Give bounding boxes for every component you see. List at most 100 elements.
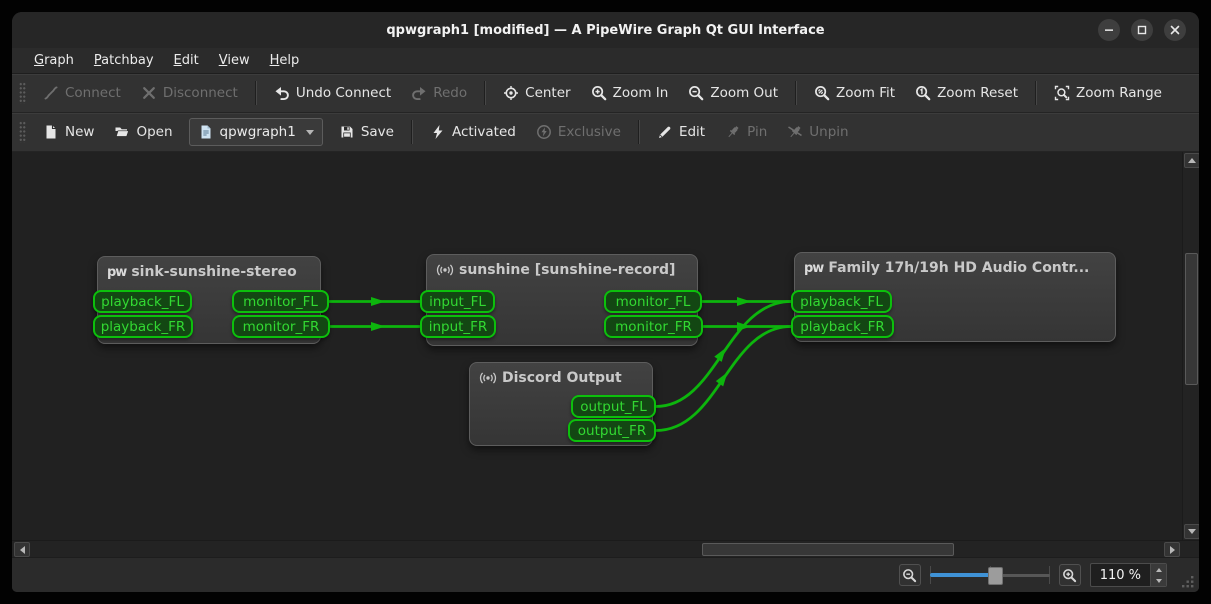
menu-edit[interactable]: Edit [164, 50, 209, 71]
menubar: Graph Patchbay Edit View Help [12, 48, 1199, 74]
vertical-scroll-thumb[interactable] [1185, 253, 1198, 385]
toolbar-separator [255, 81, 257, 105]
port-input-fr[interactable]: input_FR [420, 315, 496, 338]
redo-icon [411, 85, 427, 101]
zoom-in-button[interactable]: Zoom In [581, 80, 679, 106]
undo-icon [274, 85, 290, 101]
minimize-button[interactable] [1098, 19, 1120, 41]
zoom-reset-icon [915, 85, 931, 101]
scroll-down-button[interactable] [1184, 524, 1199, 539]
menu-view[interactable]: View [209, 50, 260, 71]
toolbar-separator [411, 120, 413, 144]
statusbar: 110 % [12, 557, 1199, 592]
slider-fill [930, 573, 990, 577]
port-output-fr[interactable]: output_FR [568, 419, 656, 442]
disconnect-icon [141, 85, 157, 101]
disconnect-button[interactable]: Disconnect [131, 80, 248, 106]
port-playback-fl[interactable]: playback_FL [791, 290, 892, 313]
arrow-left-icon [20, 546, 25, 554]
port-monitor-fr[interactable]: monitor_FR [604, 315, 703, 338]
new-patchbay-button[interactable]: New [33, 119, 104, 145]
patchbay-selector-value: qpwgraph1 [220, 124, 296, 140]
port-output-fl[interactable]: output_FL [571, 395, 656, 418]
zoom-out-icon [688, 85, 704, 101]
zoom-in-button[interactable] [1059, 564, 1081, 586]
toolbar-separator [484, 81, 486, 105]
activated-toggle-button[interactable]: Activated [420, 119, 526, 145]
zoom-out-button[interactable]: Zoom Out [678, 80, 788, 106]
patchbay-selector[interactable]: qpwgraph1 [189, 118, 323, 146]
zoom-out-icon [902, 568, 917, 583]
arrow-down-icon [1156, 579, 1162, 583]
new-file-icon [43, 124, 59, 140]
connect-button[interactable]: Connect [33, 80, 131, 106]
titlebar[interactable]: qpwgraph1 [modified] — A PipeWire Graph … [12, 12, 1199, 48]
zoom-in-icon [591, 85, 607, 101]
scroll-left-button[interactable] [14, 542, 30, 557]
redo-button[interactable]: Redo [401, 80, 477, 106]
node-title: Family 17h/19h HD Audio Contr... [828, 260, 1089, 276]
edit-button[interactable]: Edit [647, 119, 715, 145]
zoom-out-button[interactable] [899, 564, 921, 586]
spin-down-button[interactable] [1151, 575, 1166, 586]
horizontal-scroll-thumb[interactable] [702, 543, 954, 556]
port-monitor-fl[interactable]: monitor_FL [232, 290, 329, 313]
menu-graph[interactable]: Graph [24, 50, 84, 71]
zoom-in-icon [1062, 568, 1077, 583]
patchbay-file-icon [198, 124, 214, 140]
unpin-button[interactable]: Unpin [777, 119, 858, 145]
save-icon [339, 124, 355, 140]
canvas-area: pw sink-sunshine-stereo sunshine [sunshi… [12, 152, 1199, 540]
horizontal-scrollbar[interactable] [12, 540, 1199, 557]
port-playback-fr[interactable]: playback_FR [93, 315, 193, 338]
maximize-icon [1134, 22, 1150, 38]
zoom-slider-handle[interactable] [988, 567, 1003, 585]
arrow-up-icon [1188, 158, 1196, 163]
stream-monitor-icon [479, 370, 497, 386]
port-playback-fl[interactable]: playback_FL [93, 290, 192, 313]
toolbar-drag-handle[interactable] [19, 82, 26, 104]
close-button[interactable] [1164, 19, 1186, 41]
menu-patchbay[interactable]: Patchbay [84, 50, 164, 71]
vertical-scrollbar[interactable] [1182, 152, 1199, 540]
toolbar-separator [1035, 81, 1037, 105]
port-monitor-fl[interactable]: monitor_FL [604, 290, 702, 313]
open-folder-icon [114, 124, 130, 140]
node-title: sunshine [sunshine-record] [459, 262, 675, 278]
node-title: Discord Output [502, 370, 622, 386]
port-input-fl[interactable]: input_FL [420, 290, 495, 313]
arrow-right-icon [1170, 546, 1175, 554]
toolbar-separator [795, 81, 797, 105]
save-patchbay-button[interactable]: Save [329, 119, 404, 145]
scroll-up-button[interactable] [1184, 153, 1199, 168]
spin-up-button[interactable] [1151, 564, 1166, 575]
scroll-right-button[interactable] [1164, 542, 1180, 557]
window-controls [1098, 19, 1186, 41]
spinbox-arrows [1150, 564, 1166, 586]
port-playback-fr[interactable]: playback_FR [791, 315, 894, 338]
zoom-fit-button[interactable]: Zoom Fit [804, 80, 905, 106]
pin-icon [725, 124, 741, 140]
undo-connect-button[interactable]: Undo Connect [264, 80, 401, 106]
toolbar-graph: Connect Disconnect Undo Connect Redo Cen… [12, 74, 1199, 113]
exclusive-toggle-button[interactable]: Exclusive [526, 119, 631, 145]
zoom-range-button[interactable]: Zoom Range [1044, 80, 1172, 106]
resize-grip[interactable] [1181, 575, 1195, 589]
menu-help[interactable]: Help [260, 50, 310, 71]
open-patchbay-button[interactable]: Open [104, 119, 182, 145]
pin-button[interactable]: Pin [715, 119, 777, 145]
center-button[interactable]: Center [493, 80, 580, 106]
zoom-slider[interactable] [930, 564, 1050, 586]
zoom-reset-button[interactable]: Zoom Reset [905, 80, 1028, 106]
toolbar-drag-handle[interactable] [19, 121, 26, 143]
zoom-spinbox[interactable]: 110 % [1090, 563, 1167, 587]
exclusive-bolt-icon [536, 124, 552, 140]
stream-monitor-icon [436, 262, 454, 278]
edit-pencil-icon [657, 124, 673, 140]
zoom-fit-icon [814, 85, 830, 101]
port-monitor-fr[interactable]: monitor_FR [232, 315, 330, 338]
pipewire-icon: pw [107, 265, 126, 280]
maximize-button[interactable] [1131, 19, 1153, 41]
graph-canvas[interactable]: pw sink-sunshine-stereo sunshine [sunshi… [12, 152, 1182, 540]
window-title: qpwgraph1 [modified] — A PipeWire Graph … [386, 23, 824, 38]
